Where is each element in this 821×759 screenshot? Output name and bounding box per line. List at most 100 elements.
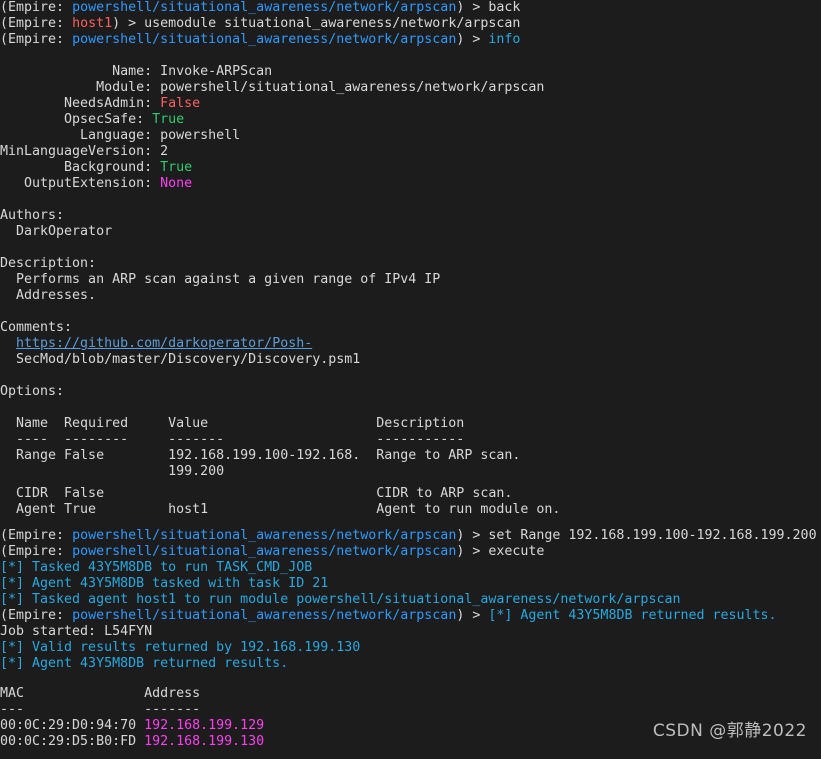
terminal-line: Comments: bbox=[0, 320, 72, 336]
terminal-text: (Empire: bbox=[0, 32, 73, 47]
terminal-line: Range False 192.168.199.100-192.168. Ran… bbox=[0, 448, 520, 464]
terminal-text: Name: bbox=[0, 64, 161, 79]
terminal-line: [*] Tasked 43Y5M8DB to run TASK_CMD_JOB bbox=[0, 560, 312, 576]
terminal-text: MinLanguageVersion: bbox=[0, 144, 161, 159]
terminal-text: OpsecSafe: bbox=[0, 112, 153, 127]
terminal-line: [*] Tasked agent host1 to run module pow… bbox=[0, 592, 680, 608]
terminal-text: (Empire: bbox=[0, 16, 73, 31]
terminal-text: [*] Valid results returned by 192.168.19… bbox=[0, 640, 361, 655]
terminal-line: (Empire: powershell/situational_awarenes… bbox=[0, 32, 520, 48]
terminal-text: powershell/situational_awareness/network… bbox=[72, 544, 457, 559]
terminal-line: Job started: L54FYN bbox=[0, 624, 152, 640]
terminal-text: info bbox=[488, 32, 521, 47]
terminal-line: [*] Agent 43Y5M8DB returned results. bbox=[0, 656, 288, 672]
terminal-text: [*] Tasked 43Y5M8DB to run TASK_CMD_JOB bbox=[0, 560, 313, 575]
terminal-text: ) > usemodule situational_awareness/netw… bbox=[112, 16, 521, 31]
terminal-text: 192.168.199.130 bbox=[144, 734, 265, 749]
terminal-line: Description: bbox=[0, 256, 96, 272]
terminal-line: Addresses. bbox=[0, 288, 96, 304]
terminal-line: [*] Agent 43Y5M8DB tasked with task ID 2… bbox=[0, 576, 328, 592]
terminal-line: https://github.com/darkoperator/Posh- bbox=[0, 336, 312, 352]
terminal-line: ---- -------- ------- ----------- bbox=[0, 432, 464, 448]
terminal-text: powershell/situational_awareness/network… bbox=[72, 32, 457, 47]
terminal-line: MAC Address bbox=[0, 686, 200, 702]
terminal-text: [*] Agent 43Y5M8DB returned results. bbox=[488, 608, 777, 623]
terminal-text: Range False 192.168.199.100-192.168. Ran… bbox=[0, 448, 521, 463]
terminal-text: Language: bbox=[0, 128, 161, 143]
terminal-text: --- ------- bbox=[0, 702, 201, 717]
terminal-line: Name Required Value Description bbox=[0, 416, 464, 432]
terminal-text: [*] Agent 43Y5M8DB returned results. bbox=[0, 656, 289, 671]
terminal-line: (Empire: powershell/situational_awarenes… bbox=[0, 528, 817, 544]
terminal-text: 00:0C:29:D5:B0:FD bbox=[0, 734, 145, 749]
terminal-text: ---- -------- ------- ----------- bbox=[0, 432, 465, 447]
terminal-text: MAC Address bbox=[0, 686, 201, 701]
terminal-text: Background: bbox=[0, 160, 161, 175]
terminal-line: (Empire: powershell/situational_awarenes… bbox=[0, 544, 544, 560]
terminal-text: ) > bbox=[456, 608, 489, 623]
terminal-text: host1 bbox=[72, 16, 113, 31]
terminal-text: Options: bbox=[0, 384, 65, 399]
terminal-line: MinLanguageVersion: 2 bbox=[0, 144, 168, 160]
terminal-text: [*] Agent 43Y5M8DB tasked with task ID 2… bbox=[0, 576, 329, 591]
watermark-label: CSDN @郭静2022 bbox=[652, 721, 807, 741]
terminal-text: Name Required Value Description bbox=[0, 416, 465, 431]
terminal-text: ) > execute bbox=[456, 544, 545, 559]
terminal-text: ) > back bbox=[456, 0, 521, 15]
terminal-text: True bbox=[160, 160, 193, 175]
terminal-text: DarkOperator bbox=[0, 224, 113, 239]
terminal-line: 00:0C:29:D0:94:70 192.168.199.129 bbox=[0, 718, 264, 734]
terminal-text: None bbox=[160, 176, 193, 191]
terminal-text: NeedsAdmin: bbox=[0, 96, 161, 111]
terminal-text: Comments: bbox=[0, 320, 73, 335]
terminal-line: Language: powershell bbox=[0, 128, 240, 144]
terminal-line: OpsecSafe: True bbox=[0, 112, 184, 128]
terminal-text: powershell/situational_awareness/network… bbox=[72, 528, 457, 543]
terminal-line: [*] Valid results returned by 192.168.19… bbox=[0, 640, 360, 656]
terminal-text: powershell/situational_awareness/network… bbox=[160, 80, 545, 95]
terminal-text: ) > bbox=[456, 32, 489, 47]
terminal-text: (Empire: bbox=[0, 544, 73, 559]
terminal-line: OutputExtension: None bbox=[0, 176, 192, 192]
terminal-line: (Empire: powershell/situational_awarenes… bbox=[0, 0, 520, 16]
terminal-line: NeedsAdmin: False bbox=[0, 96, 200, 112]
terminal-text: Job started: L54FYN bbox=[0, 624, 153, 639]
terminal-window[interactable]: (Empire: powershell/situational_awarenes… bbox=[0, 0, 821, 759]
terminal-text: 192.168.199.129 bbox=[144, 718, 265, 733]
terminal-text: Authors: bbox=[0, 208, 65, 223]
terminal-text: Description: bbox=[0, 256, 97, 271]
terminal-text: powershell/situational_awareness/network… bbox=[72, 608, 457, 623]
terminal-text: (Empire: bbox=[0, 608, 73, 623]
terminal-text: SecMod/blob/master/Discovery/Discovery.p… bbox=[0, 352, 361, 367]
terminal-text: False bbox=[160, 96, 201, 111]
terminal-line: CIDR False CIDR to ARP scan. bbox=[0, 486, 512, 502]
terminal-text: Performs an ARP scan against a given ran… bbox=[0, 272, 441, 287]
terminal-line: (Empire: host1) > usemodule situational_… bbox=[0, 16, 520, 32]
terminal-text: powershell bbox=[160, 128, 241, 143]
terminal-line: Module: powershell/situational_awareness… bbox=[0, 80, 544, 96]
terminal-line: --- ------- bbox=[0, 702, 200, 718]
terminal-text: 2 bbox=[160, 144, 169, 159]
terminal-line: (Empire: powershell/situational_awarenes… bbox=[0, 608, 777, 624]
terminal-text: (Empire: bbox=[0, 528, 73, 543]
terminal-text: OutputExtension: bbox=[0, 176, 161, 191]
terminal-line: Agent True host1 Agent to run module on. bbox=[0, 502, 560, 518]
comment-link[interactable]: https://github.com/darkoperator/Posh- bbox=[16, 336, 312, 351]
terminal-text: Addresses. bbox=[0, 288, 97, 303]
terminal-line: DarkOperator bbox=[0, 224, 112, 240]
terminal-text: Invoke-ARPScan bbox=[160, 64, 273, 79]
terminal-text: 00:0C:29:D0:94:70 bbox=[0, 718, 145, 733]
terminal-text: True bbox=[152, 112, 185, 127]
terminal-line: SecMod/blob/master/Discovery/Discovery.p… bbox=[0, 352, 360, 368]
terminal-line: Background: True bbox=[0, 160, 192, 176]
terminal-line: 00:0C:29:D5:B0:FD 192.168.199.130 bbox=[0, 734, 264, 750]
terminal-line: Authors: bbox=[0, 208, 64, 224]
terminal-text: CIDR False CIDR to ARP scan. bbox=[0, 486, 513, 501]
terminal-text: powershell/situational_awareness/network… bbox=[72, 0, 457, 15]
terminal-text: Agent True host1 Agent to run module on. bbox=[0, 502, 561, 517]
terminal-text: ) > set Range 192.168.199.100-192.168.19… bbox=[456, 528, 817, 543]
terminal-line: 199.200 bbox=[0, 464, 224, 480]
terminal-text: [*] Tasked agent host1 to run module pow… bbox=[0, 592, 681, 607]
terminal-text: 199.200 bbox=[0, 464, 225, 479]
